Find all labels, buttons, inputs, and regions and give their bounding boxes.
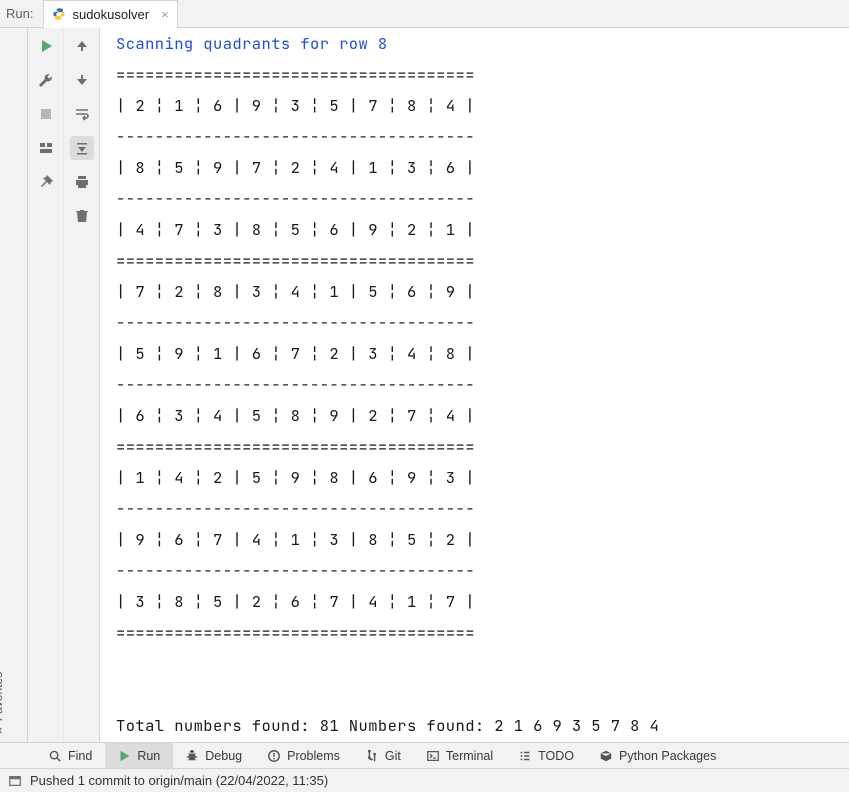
- wrench-icon[interactable]: [34, 68, 58, 92]
- problems-tab[interactable]: Problems: [255, 743, 353, 768]
- terminal-tab[interactable]: Terminal: [414, 743, 506, 768]
- run-toolwindow-body: ★ Favorites Scanning quadrants for row 8…: [0, 28, 849, 742]
- debug-tab-label: Debug: [205, 749, 242, 763]
- close-icon[interactable]: ×: [155, 7, 169, 22]
- debug-tab[interactable]: Debug: [173, 743, 255, 768]
- todo-icon: [518, 749, 532, 763]
- run-tab-label: Run: [137, 749, 160, 763]
- layout-icon[interactable]: [34, 136, 58, 160]
- bottom-tool-tabs: Find Run Debug Problems Git Terminal TODO Pytho…: [0, 742, 849, 768]
- todo-tab[interactable]: TODO: [506, 743, 587, 768]
- ide-left-stripe: ★ Favorites: [0, 28, 28, 742]
- run-tab[interactable]: Run: [105, 743, 173, 768]
- search-icon: [48, 749, 62, 763]
- pin-icon[interactable]: [34, 170, 58, 194]
- console-info-line: Scanning quadrants for row 8: [116, 33, 388, 54]
- run-action-gutter-left: [28, 28, 64, 742]
- run-header-label: Run:: [6, 6, 43, 21]
- python-packages-tab-label: Python Packages: [619, 749, 716, 763]
- terminal-tab-label: Terminal: [446, 749, 493, 763]
- run-toolwindow-header: Run: sudokusolver ×: [0, 0, 849, 28]
- git-icon: [365, 749, 379, 763]
- find-tab[interactable]: Find: [36, 743, 105, 768]
- run-action-gutter-right: [64, 28, 100, 742]
- vcs-status-icon: [8, 774, 22, 788]
- run-config-name: sudokusolver: [72, 7, 149, 22]
- stop-icon[interactable]: [34, 102, 58, 126]
- console-output[interactable]: Scanning quadrants for row 8 ===========…: [100, 28, 849, 742]
- print-icon[interactable]: [70, 170, 94, 194]
- play-icon: [117, 749, 131, 763]
- favorites-toolwindow-button[interactable]: ★ Favorites: [0, 672, 5, 736]
- bug-icon: [185, 749, 199, 763]
- favorites-label: Favorites: [0, 672, 5, 721]
- console-body: ===================================== | …: [116, 64, 659, 736]
- run-icon[interactable]: [34, 34, 58, 58]
- star-icon: ★: [0, 725, 5, 736]
- trash-icon[interactable]: [70, 204, 94, 228]
- problems-tab-label: Problems: [287, 749, 340, 763]
- status-bar: Pushed 1 commit to origin/main (22/04/20…: [0, 768, 849, 792]
- status-bar-text: Pushed 1 commit to origin/main (22/04/20…: [30, 773, 328, 788]
- problems-icon: [267, 749, 281, 763]
- git-tab[interactable]: Git: [353, 743, 414, 768]
- python-packages-tab[interactable]: Python Packages: [587, 743, 729, 768]
- find-tab-label: Find: [68, 749, 92, 763]
- soft-wrap-icon[interactable]: [70, 102, 94, 126]
- git-tab-label: Git: [385, 749, 401, 763]
- scroll-to-end-icon[interactable]: [70, 136, 94, 160]
- terminal-icon: [426, 749, 440, 763]
- todo-tab-label: TODO: [538, 749, 574, 763]
- up-arrow-icon[interactable]: [70, 34, 94, 58]
- down-arrow-icon[interactable]: [70, 68, 94, 92]
- run-config-tab[interactable]: sudokusolver ×: [43, 0, 177, 28]
- packages-icon: [599, 749, 613, 763]
- python-file-icon: [52, 7, 66, 21]
